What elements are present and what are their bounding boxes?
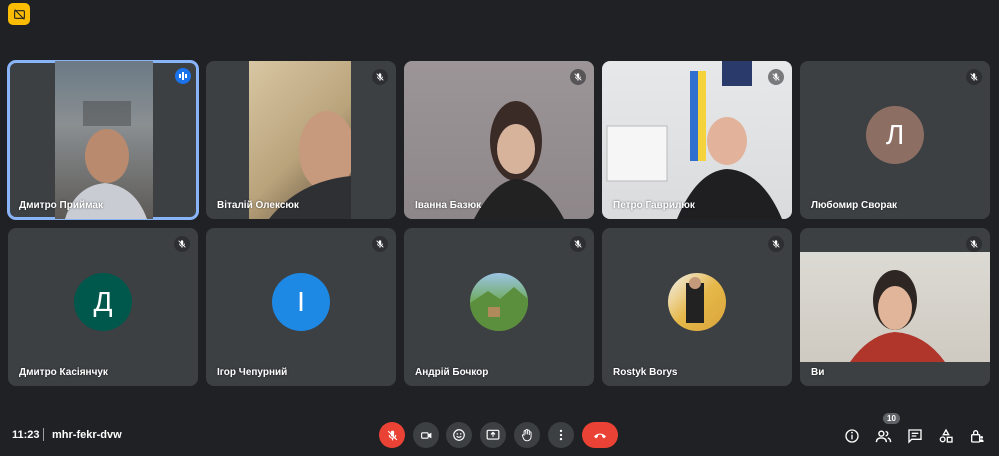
avatar: Л — [866, 106, 924, 164]
activities-icon — [939, 428, 953, 443]
participant-name: Дмитро Приймак — [19, 200, 103, 211]
leave-call-button[interactable] — [582, 422, 618, 448]
participant-video — [55, 61, 153, 219]
participant-tile[interactable]: Д Дмитро Касіянчук — [8, 228, 198, 386]
participant-name: Віталій Олексюк — [217, 200, 299, 211]
participant-tile[interactable]: Андрій Бочкор — [404, 228, 594, 386]
participant-name: Ігор Чепурний — [217, 367, 288, 378]
participant-name: Іванна Базюк — [415, 200, 482, 211]
chat-icon — [908, 429, 922, 444]
participant-name: Ви — [811, 367, 825, 378]
mic-off-icon — [372, 236, 388, 252]
mic-off-icon — [372, 69, 388, 85]
avatar: Д — [74, 273, 132, 331]
mic-off-icon — [570, 69, 586, 85]
mic-off-icon — [570, 236, 586, 252]
camera-icon — [420, 431, 431, 439]
participant-tile[interactable]: Віталій Олексюк — [206, 61, 396, 219]
more-vert-icon — [559, 429, 563, 441]
chat-button[interactable] — [906, 427, 924, 445]
more-options-button[interactable] — [548, 422, 574, 448]
participant-name: Любомир Сворак — [811, 200, 898, 211]
present-screen-button[interactable] — [480, 422, 506, 448]
speaking-indicator-icon — [175, 68, 191, 84]
participant-tile[interactable]: І Ігор Чепурний — [206, 228, 396, 386]
emoji-icon — [453, 429, 465, 441]
participant-tile[interactable]: Л Любомир Сворак — [800, 61, 990, 219]
participant-video — [800, 252, 990, 362]
mic-off-icon — [387, 430, 397, 440]
participant-tile[interactable]: Дмитро Приймак — [7, 60, 199, 220]
participant-name: Андрій Бочкор — [415, 367, 489, 378]
raise-hand-button[interactable] — [514, 422, 540, 448]
info-icon — [845, 429, 859, 443]
mic-toggle-button[interactable] — [379, 422, 405, 448]
people-count-badge: 10 — [883, 413, 900, 424]
participant-name: Дмитро Касіянчук — [19, 367, 108, 378]
participant-tile[interactable]: Ви — [800, 228, 990, 386]
meeting-time: 11:23 — [12, 429, 40, 441]
lock-person-icon — [971, 430, 984, 443]
control-bar: 11:23 mhr-fekr-dvw 10 — [0, 408, 999, 456]
captions-off-icon[interactable] — [8, 3, 30, 25]
hang-up-icon — [594, 433, 606, 439]
participant-name: Rostyk Borys — [613, 367, 678, 378]
participant-tile[interactable]: Rostyk Borys — [602, 228, 792, 386]
avatar — [470, 273, 528, 331]
meeting-details-button[interactable] — [843, 427, 861, 445]
mic-off-icon — [768, 236, 784, 252]
mic-off-icon — [768, 69, 784, 85]
participant-name: Петро Гаврилюк — [613, 200, 695, 211]
participant-video — [404, 61, 594, 219]
mic-off-icon — [174, 236, 190, 252]
camera-toggle-button[interactable] — [413, 422, 439, 448]
participant-tile[interactable]: Петро Гаврилюк — [602, 61, 792, 219]
avatar: І — [272, 273, 330, 331]
avatar — [668, 273, 726, 331]
participant-video — [602, 61, 792, 219]
host-controls-button[interactable] — [968, 427, 986, 445]
people-icon — [875, 429, 891, 442]
participant-video — [249, 61, 355, 219]
mic-off-icon — [966, 236, 982, 252]
present-icon — [486, 429, 500, 440]
participant-tile[interactable]: Іванна Базюк — [404, 61, 594, 219]
reactions-button[interactable] — [446, 422, 472, 448]
people-button[interactable] — [874, 427, 892, 445]
hand-icon — [521, 428, 532, 442]
divider — [43, 428, 44, 441]
mic-off-icon — [966, 69, 982, 85]
meeting-code: mhr-fekr-dvw — [52, 429, 122, 441]
activities-button[interactable] — [937, 427, 955, 445]
